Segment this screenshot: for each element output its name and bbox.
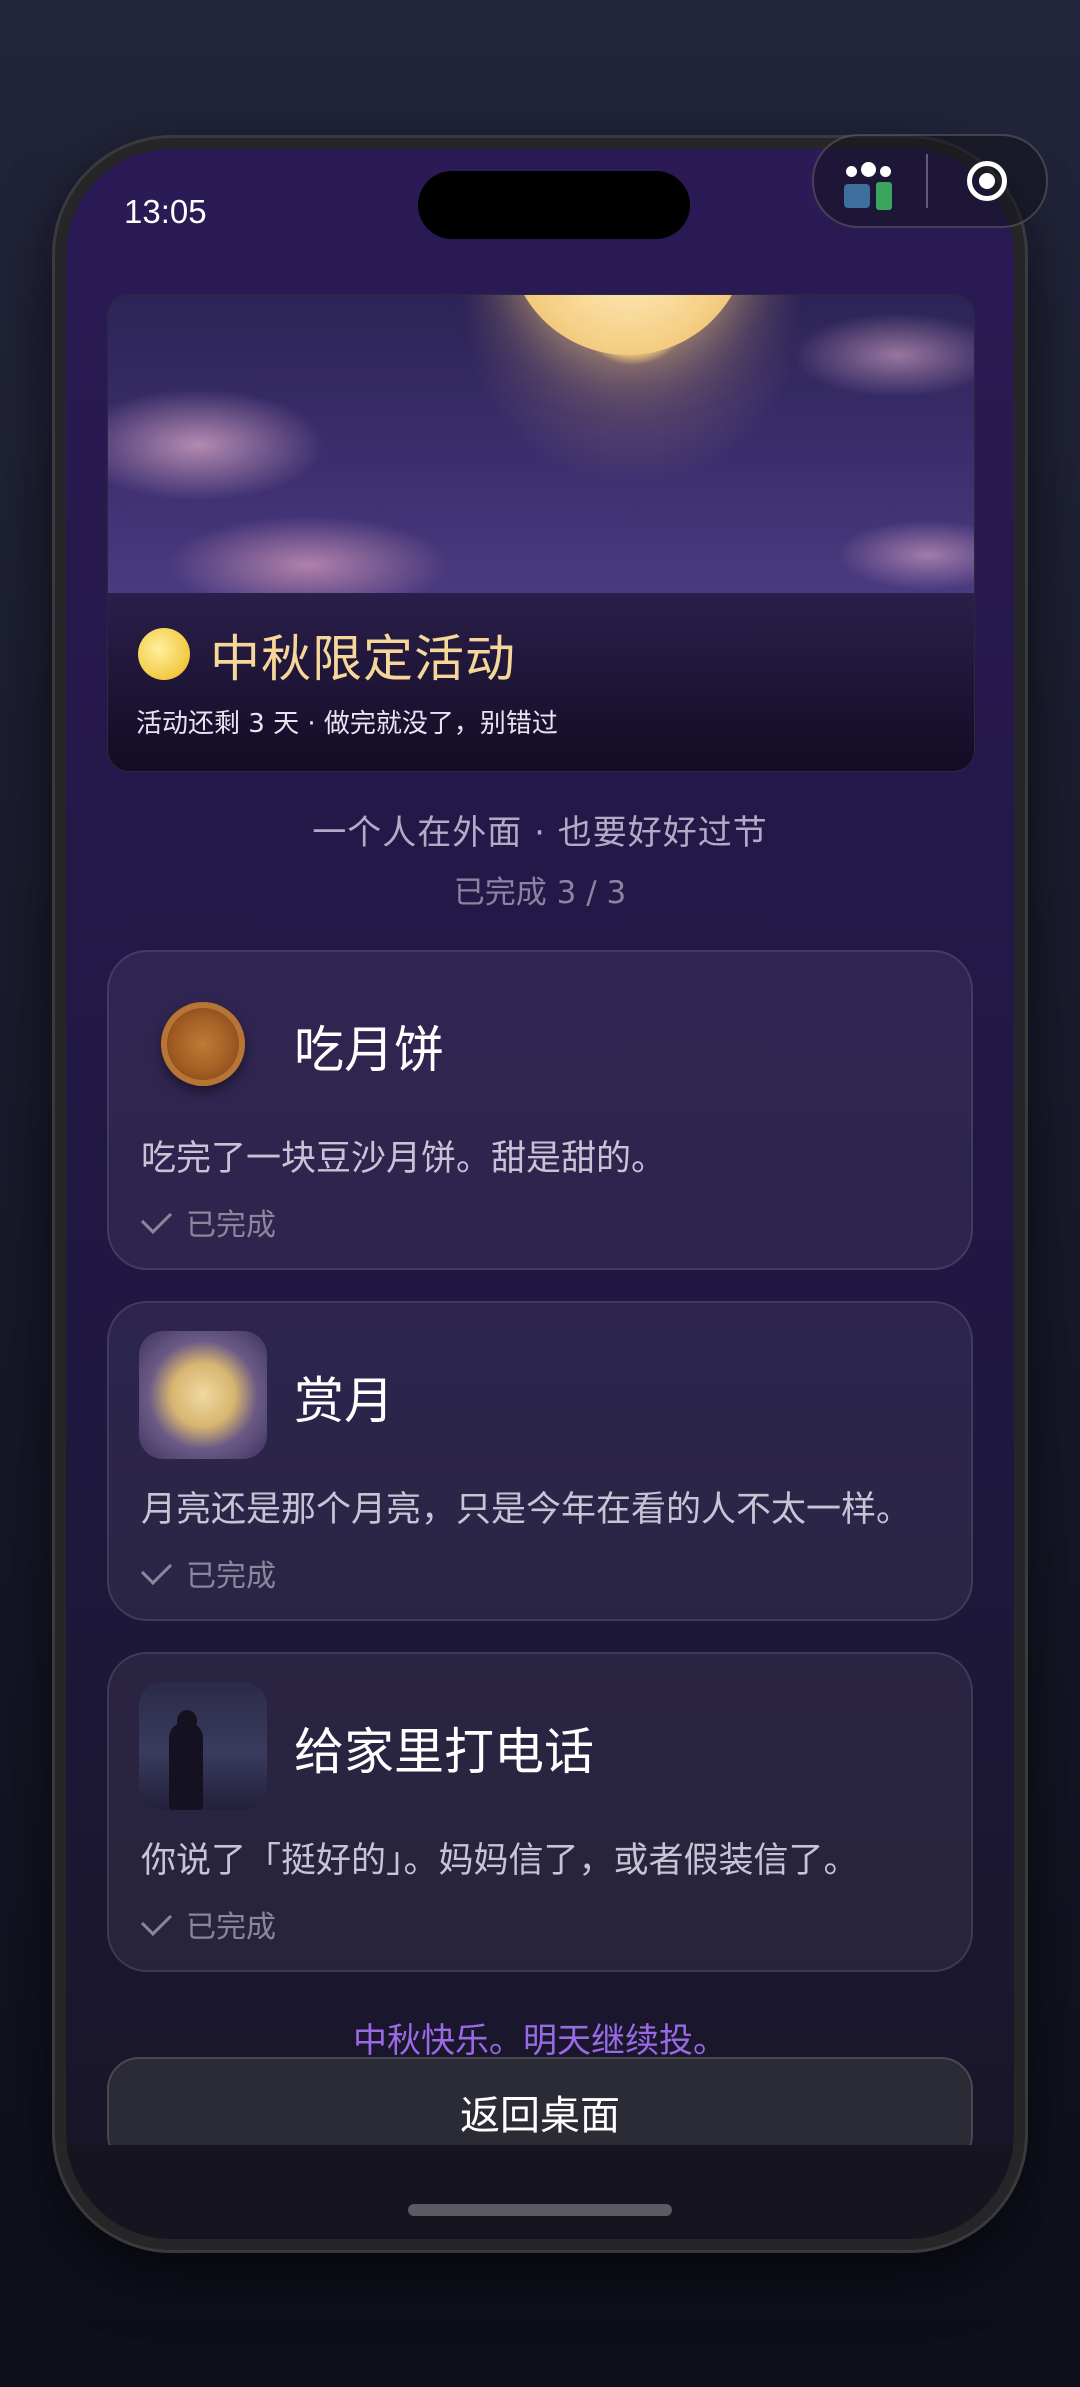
task-status-label: 已完成 bbox=[186, 1208, 276, 1243]
moon-icon bbox=[139, 1331, 267, 1459]
dynamic-island bbox=[418, 171, 690, 239]
status-time: 13:05 bbox=[124, 193, 207, 230]
event-banner[interactable]: 中秋限定活动 活动还剩 3 天 · 做完就没了，别错过 bbox=[107, 294, 975, 772]
home-indicator[interactable] bbox=[408, 2204, 672, 2216]
close-miniprogram-button[interactable] bbox=[928, 136, 1046, 226]
task-status-label: 已完成 bbox=[186, 1559, 276, 1594]
task-description: 月亮还是那个月亮，只是今年在看的人不太一样。 bbox=[141, 1490, 912, 1530]
footer-note: 中秋快乐。明天继续投。 bbox=[353, 2021, 727, 2061]
more-dots-icon bbox=[846, 162, 895, 181]
progress-text: 已完成 3 / 3 bbox=[453, 875, 627, 911]
task-status: 已完成 bbox=[140, 1200, 276, 1244]
more-menu-button[interactable] bbox=[814, 136, 926, 226]
moon-emoji-icon bbox=[138, 628, 190, 680]
banner-image bbox=[108, 295, 974, 593]
phone-frame: 13:05 中秋限定活动 活动还剩 3 天 · 做完就没了，别错过 一个人在外面… bbox=[52, 135, 1028, 2253]
check-icon bbox=[140, 1553, 173, 1585]
bottom-area bbox=[66, 2145, 1014, 2239]
battery-icon bbox=[876, 182, 892, 210]
check-icon bbox=[140, 1202, 173, 1234]
banner-info: 中秋限定活动 活动还剩 3 天 · 做完就没了，别错过 bbox=[108, 593, 974, 771]
page-tagline: 一个人在外面 · 也要好好过节 bbox=[312, 813, 768, 853]
task-status: 已完成 bbox=[140, 1551, 276, 1595]
check-icon bbox=[140, 1904, 173, 1936]
task-card-mooncake[interactable]: 吃月饼 吃完了一块豆沙月饼。甜是甜的。 已完成 bbox=[107, 950, 973, 1270]
task-title: 吃月饼 bbox=[294, 1021, 444, 1079]
task-title: 赏月 bbox=[294, 1372, 394, 1430]
task-description: 你说了「挺好的」。妈妈信了，或者假装信了。 bbox=[141, 1841, 859, 1881]
target-icon bbox=[967, 161, 1007, 201]
app-screen: 13:05 中秋限定活动 活动还剩 3 天 · 做完就没了，别错过 一个人在外面… bbox=[66, 149, 1014, 2239]
task-status-label: 已完成 bbox=[186, 1910, 276, 1945]
task-description: 吃完了一块豆沙月饼。甜是甜的。 bbox=[141, 1139, 667, 1179]
banner-subtitle: 活动还剩 3 天 · 做完就没了，别错过 bbox=[136, 709, 558, 739]
task-status: 已完成 bbox=[140, 1902, 276, 1946]
banner-title: 中秋限定活动 bbox=[210, 630, 516, 688]
miniprogram-capsule bbox=[812, 134, 1048, 228]
task-card-moon-viewing[interactable]: 赏月 月亮还是那个月亮，只是今年在看的人不太一样。 已完成 bbox=[107, 1301, 973, 1621]
signal-icon bbox=[844, 184, 870, 208]
person-icon bbox=[139, 1682, 267, 1810]
mooncake-icon bbox=[139, 980, 267, 1108]
full-moon-image bbox=[508, 295, 748, 355]
task-card-call-home[interactable]: 给家里打电话 你说了「挺好的」。妈妈信了，或者假装信了。 已完成 bbox=[107, 1652, 973, 1972]
task-title: 给家里打电话 bbox=[294, 1723, 594, 1781]
